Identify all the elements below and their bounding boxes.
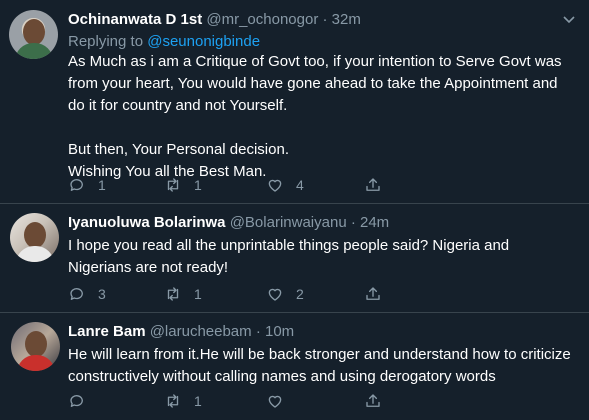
like-button[interactable]: [266, 391, 296, 411]
reply-count: 3: [98, 286, 106, 302]
chevron-down-icon[interactable]: [563, 16, 575, 24]
retweet-count: 1: [194, 177, 202, 193]
share-button[interactable]: [364, 284, 382, 304]
heart-icon: [268, 395, 282, 408]
action-bar: 1: [68, 391, 508, 411]
avatar-body: [17, 355, 55, 371]
avatar[interactable]: [11, 322, 60, 371]
separator-dot: ·: [350, 214, 356, 231]
retweet-icon: [167, 178, 179, 192]
tweet-text-line: I hope you read all the unprintable thin…: [68, 237, 510, 254]
reply-icon: [70, 395, 83, 407]
reply-thread: Ochinanwata D 1st @mr_ochonogor · 32m Re…: [0, 0, 589, 420]
heart-icon: [268, 179, 282, 192]
share-button[interactable]: [364, 175, 382, 195]
tweet-text-line: constructively without calling names and…: [68, 368, 496, 385]
like-count: 2: [296, 286, 304, 302]
tweet-text-line: But then, Your Personal decision.: [68, 141, 289, 158]
reply-button[interactable]: 1: [68, 175, 106, 195]
heart-icon: [268, 288, 282, 301]
tweet-text-line: Nigerians are not ready!: [68, 259, 229, 276]
retweet-icon: [167, 394, 179, 408]
retweet-button[interactable]: 1: [164, 391, 202, 411]
tweet-text-line: [68, 117, 578, 139]
user-handle[interactable]: @Bolarinwaiyanu: [230, 214, 347, 231]
like-button[interactable]: 4: [266, 175, 304, 195]
display-name[interactable]: Ochinanwata D 1st: [68, 11, 202, 28]
tweet-card[interactable]: Iyanuoluwa Bolarinwa @Bolarinwaiyanu · 2…: [0, 203, 589, 312]
avatar-body: [15, 43, 53, 59]
timestamp[interactable]: 10m: [265, 323, 294, 340]
display-name[interactable]: Lanre Bam: [68, 323, 146, 340]
avatar[interactable]: [9, 10, 58, 59]
share-icon: [366, 178, 380, 191]
timestamp[interactable]: 24m: [360, 214, 389, 231]
share-button[interactable]: [364, 391, 382, 411]
retweet-button[interactable]: 1: [164, 175, 202, 195]
tweet-text-line: As Much as i am a Critique of Govt too, …: [68, 53, 562, 70]
replying-prefix: Replying to: [68, 33, 148, 50]
replying-to: Replying to @seunonigbinde: [68, 32, 260, 52]
display-name[interactable]: Iyanuoluwa Bolarinwa: [68, 214, 226, 231]
tweet-text: He will learn from it.He will be back st…: [68, 344, 578, 388]
avatar-face: [23, 19, 45, 45]
avatar[interactable]: [10, 213, 59, 262]
like-button[interactable]: 2: [266, 284, 304, 304]
avatar-face: [25, 331, 47, 357]
user-handle[interactable]: @mr_ochonogor: [206, 11, 318, 28]
action-bar: 1 1 4: [68, 175, 508, 195]
avatar-body: [16, 246, 54, 262]
retweet-count: 1: [194, 393, 202, 409]
reply-icon: [70, 288, 83, 300]
reply-button[interactable]: [68, 391, 98, 411]
tweet-header: Ochinanwata D 1st @mr_ochonogor · 32m: [68, 10, 361, 30]
retweet-icon: [167, 287, 179, 301]
timestamp[interactable]: 32m: [332, 11, 361, 28]
tweet-text-line: do it for country and not Yourself.: [68, 97, 288, 114]
tweet-header: Lanre Bam @larucheebam · 10m: [68, 322, 294, 342]
avatar-face: [24, 222, 46, 248]
mention-link[interactable]: @seunonigbinde: [147, 33, 260, 50]
tweet-header: Iyanuoluwa Bolarinwa @Bolarinwaiyanu · 2…: [68, 213, 389, 233]
tweet-card[interactable]: Lanre Bam @larucheebam · 10m He will lea…: [0, 312, 589, 420]
separator-dot: ·: [255, 323, 261, 340]
like-count: 4: [296, 177, 304, 193]
tweet-text: As Much as i am a Critique of Govt too, …: [68, 51, 578, 183]
separator-dot: ·: [322, 11, 328, 28]
share-icon: [366, 287, 380, 300]
tweet-text: I hope you read all the unprintable thin…: [68, 235, 578, 279]
tweet-text-line: He will learn from it.He will be back st…: [68, 346, 571, 363]
tweet-card[interactable]: Ochinanwata D 1st @mr_ochonogor · 32m Re…: [0, 0, 589, 203]
retweet-count: 1: [194, 286, 202, 302]
reply-icon: [70, 179, 83, 191]
action-bar: 3 1 2: [68, 284, 508, 304]
user-handle[interactable]: @larucheebam: [150, 323, 252, 340]
retweet-button[interactable]: 1: [164, 284, 202, 304]
tweet-text-line: from your heart, You would have gone ahe…: [68, 75, 558, 92]
reply-button[interactable]: 3: [68, 284, 106, 304]
reply-count: 1: [98, 177, 106, 193]
share-icon: [366, 394, 380, 407]
